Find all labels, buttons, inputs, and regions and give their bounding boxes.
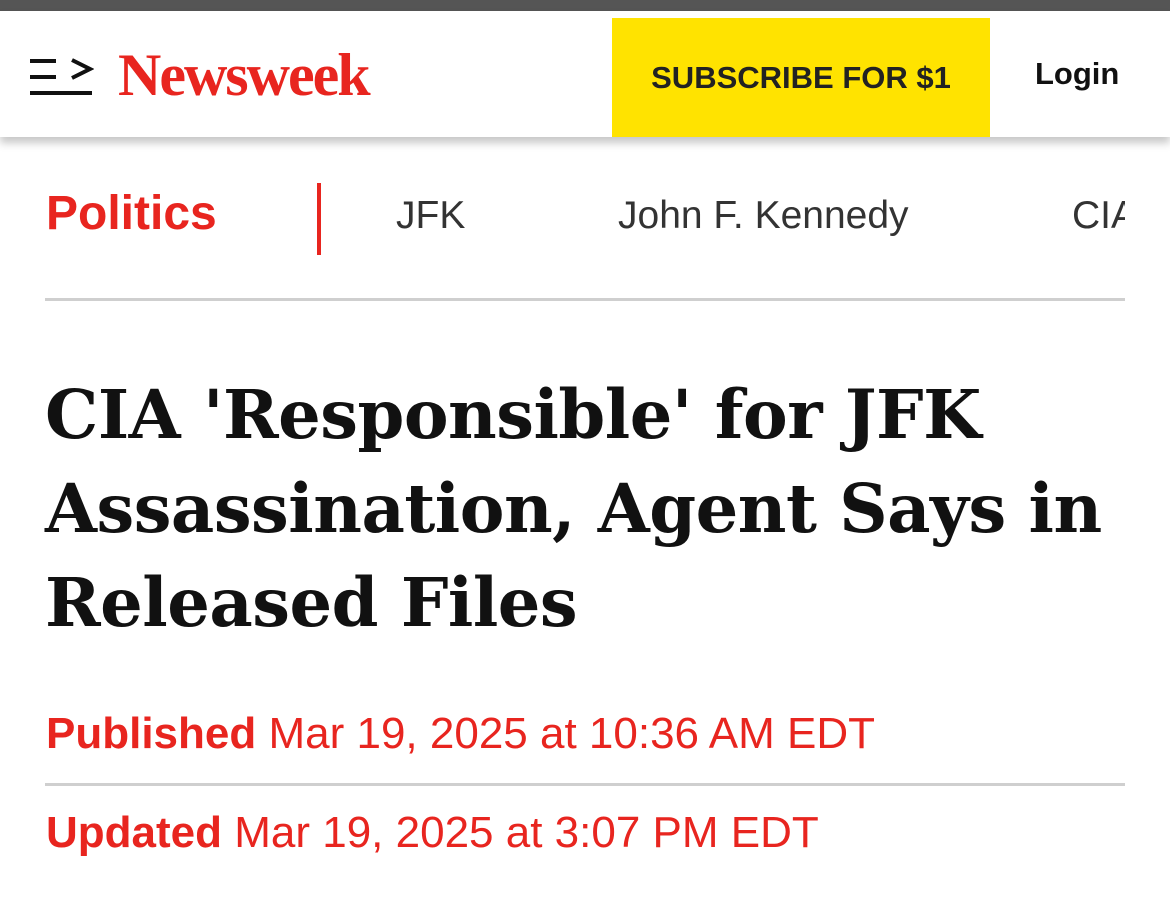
- subscribe-button[interactable]: SUBSCRIBE FOR $1: [612, 18, 990, 137]
- topic-jfk[interactable]: JFK: [396, 196, 465, 235]
- published-label: Published: [46, 709, 257, 758]
- article-headline: CIA 'Responsible' for JFK Assassination,…: [45, 375, 1102, 642]
- dateline-divider: [45, 783, 1125, 786]
- updated-label: Updated: [46, 808, 222, 857]
- topic-cia[interactable]: CIA: [1072, 196, 1125, 235]
- topic-nav: Politics JFK John F. Kennedy CIA: [0, 137, 1170, 303]
- topic-divider: [317, 183, 321, 255]
- site-header: Newsweek SUBSCRIBE FOR $1 Login: [0, 11, 1170, 137]
- published-date: Mar 19, 2025 at 10:36 AM EDT: [268, 709, 876, 758]
- topic-politics[interactable]: Politics: [46, 190, 217, 238]
- menu-icon[interactable]: [28, 57, 95, 99]
- published-dateline: Published Mar 19, 2025 at 10:36 AM EDT: [46, 712, 875, 756]
- topic-divider-rule: [45, 298, 1125, 301]
- updated-dateline: Updated Mar 19, 2025 at 3:07 PM EDT: [46, 811, 819, 855]
- login-button[interactable]: Login: [1035, 56, 1119, 92]
- topic-john-f-kennedy[interactable]: John F. Kennedy: [618, 196, 909, 235]
- status-strip: [0, 0, 1170, 11]
- newsweek-logo[interactable]: Newsweek: [118, 45, 371, 105]
- updated-date: Mar 19, 2025 at 3:07 PM EDT: [234, 808, 819, 857]
